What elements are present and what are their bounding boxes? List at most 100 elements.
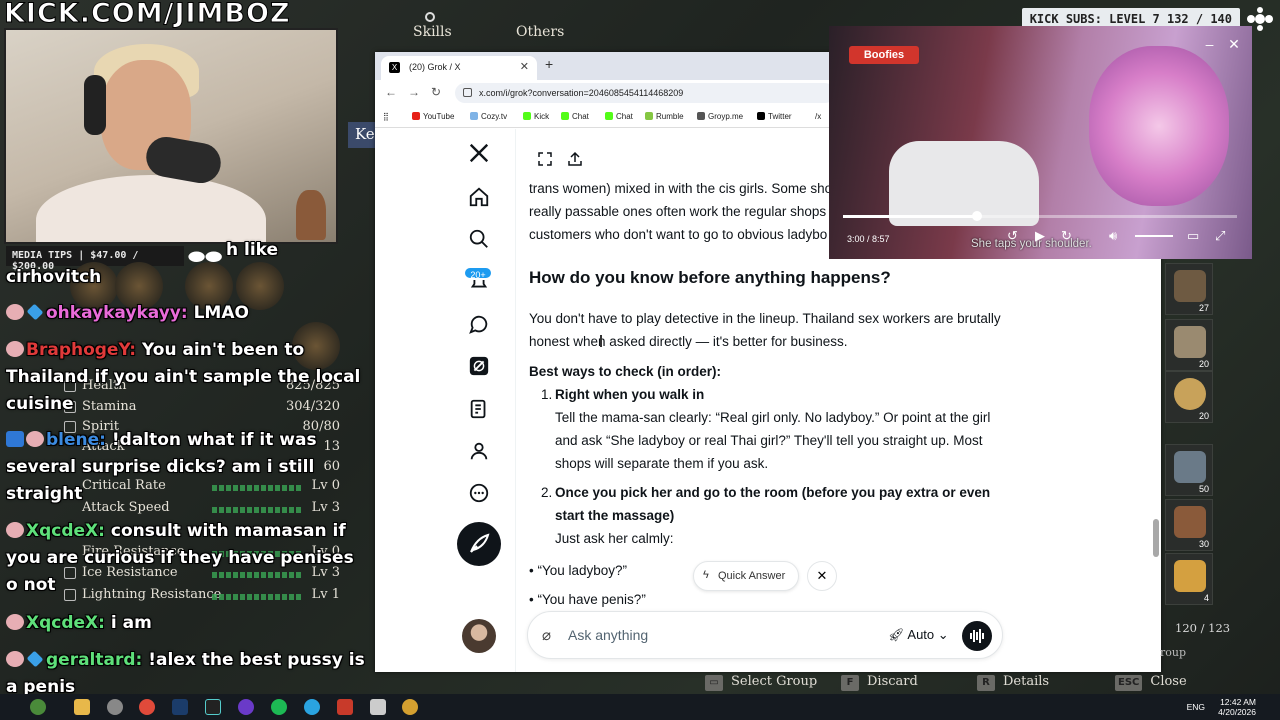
lightning-icon: ϟ [703,569,709,581]
captions-icon[interactable]: ▭ [1187,228,1199,244]
neon-sign: Boofies [849,46,919,64]
profile-icon[interactable] [457,431,501,471]
site-info-icon[interactable] [463,88,472,97]
home-icon[interactable] [457,177,501,217]
account-avatar[interactable] [462,619,496,653]
video-progress-bar[interactable] [843,211,1237,221]
chat-message: blene: !dalton what if it was several su… [6,430,317,504]
more-icon[interactable] [457,473,501,513]
groyp-icon [697,112,705,120]
close-tab-icon[interactable]: ✕ [520,60,529,73]
app-icon[interactable] [107,699,123,715]
inventory-slot[interactable]: 27 [1165,263,1213,315]
chrome-icon[interactable] [139,699,155,715]
forward-icon[interactable]: → [408,85,420,99]
fullscreen-icon[interactable]: ⤢ [1215,228,1225,244]
hint-discard[interactable]: F Discard [841,674,918,691]
chat-message: cirhovitch [6,267,102,287]
browser-tab[interactable]: X (20) Grok / X ✕ [381,56,537,80]
car [889,141,1039,226]
search-icon[interactable] [457,219,501,259]
inventory-slot[interactable]: 20 [1165,371,1213,423]
forward-icon[interactable]: ↻ [1061,228,1072,244]
inventory-panel: 27 20 20 50 30 4 [1161,259,1219,659]
item-icon [1174,451,1206,483]
address-bar[interactable]: x.com/i/grok?conversation=20460854541144… [455,83,835,103]
obs-icon[interactable] [238,699,254,715]
close-icon[interactable]: ✕ [807,561,837,591]
streamer-shirt [36,175,266,242]
steam-icon[interactable] [172,699,188,715]
file-explorer-icon[interactable] [74,699,90,715]
scrollbar-thumb[interactable] [1153,519,1159,557]
lists-icon[interactable] [457,389,501,429]
bookmark-overflow[interactable]: /x [815,112,821,121]
bookmark-twitter[interactable]: Twitter [757,112,792,121]
app-icon[interactable] [402,699,418,715]
share-icon[interactable] [567,151,583,167]
webcam-feed [4,28,338,244]
bookmark-kick[interactable]: Kick [523,112,549,121]
keyboard-key: ESC [1115,675,1143,691]
messages-icon[interactable] [457,304,501,344]
x-logo-icon[interactable] [457,133,501,173]
chat-icon [605,112,613,120]
bookmark-chat[interactable]: Chat [561,112,589,121]
new-tab-button[interactable]: + [545,56,553,72]
quick-answer-button[interactable]: ϟ Quick Answer [693,561,799,591]
bookmark-chat-2[interactable]: Chat [605,112,633,121]
verified-badge-icon [6,431,24,447]
cozy-icon [470,112,478,120]
minimize-icon[interactable]: – [1200,34,1220,54]
hint-details[interactable]: R Details [977,674,1049,691]
rewind-icon[interactable]: ↺ [1007,228,1018,244]
voice-mode-icon[interactable] [962,621,992,651]
bookmark-cozy[interactable]: Cozy.tv [470,112,507,121]
video-popup[interactable]: Boofies – ✕ 3:00 / 8:57 She taps your sh… [829,26,1252,259]
plush-toys [1089,46,1229,206]
post-button[interactable] [457,522,501,566]
video-window-controls: – ✕ [1200,34,1244,54]
tab-others[interactable]: Others [516,24,564,40]
figurine [296,190,326,240]
inventory-slot[interactable]: 4 [1165,553,1213,605]
expand-icon[interactable] [537,151,553,167]
kick-icon [523,112,531,120]
tab-skills[interactable]: Skills [413,24,452,40]
volume-icon[interactable]: 🔊︎ [1109,228,1117,244]
sub-badge-icon [26,650,44,668]
spotify-icon[interactable] [271,699,287,715]
video-time: 3:00 / 8:57 [847,234,890,244]
volume-slider[interactable] [1135,235,1173,237]
bookmark-groyp[interactable]: Groyp.me [697,112,743,121]
clock[interactable]: 12:42 AM 4/20/2026 [1218,697,1256,717]
terminal-icon[interactable] [205,699,221,715]
apps-icon[interactable]: ⣿ [383,112,389,121]
bookmark-rumble[interactable]: Rumble [645,112,684,121]
youtube-icon [412,112,420,120]
inventory-slot[interactable]: 50 [1165,444,1213,496]
hint-close[interactable]: ESC Close [1115,674,1187,691]
taskbar: ENG 12:42 AM 4/20/2026 [0,694,1280,720]
inventory-slot[interactable]: 20 [1165,319,1213,371]
item-icon [1174,560,1206,592]
telegram-icon[interactable] [304,699,320,715]
bookmark-youtube[interactable]: YouTube [412,112,454,121]
item-icon [1174,506,1206,538]
reload-icon[interactable]: ↻ [431,85,441,99]
attach-icon[interactable]: ⌀ [542,626,551,644]
hint-select-group[interactable]: ▭ Select Group [705,674,817,691]
mode-selector[interactable]: 🚀︎ Auto ⌄ [888,627,949,643]
close-icon[interactable]: ✕ [1224,34,1244,54]
app-icon[interactable] [370,699,386,715]
pepe-icon[interactable] [30,699,46,715]
language-indicator[interactable]: ENG [1187,702,1205,712]
back-icon[interactable]: ← [385,85,397,99]
video-progress-knob[interactable] [971,211,982,221]
inventory-slot[interactable]: 30 [1165,499,1213,551]
app-icon[interactable] [337,699,353,715]
video-subtitle: She taps your shoulder. [971,238,1092,250]
play-icon[interactable]: ▶ [1035,228,1045,244]
grok-icon[interactable] [457,346,501,386]
ask-input[interactable]: ⌀ Ask anything 🚀︎ Auto ⌄ [527,611,1003,659]
